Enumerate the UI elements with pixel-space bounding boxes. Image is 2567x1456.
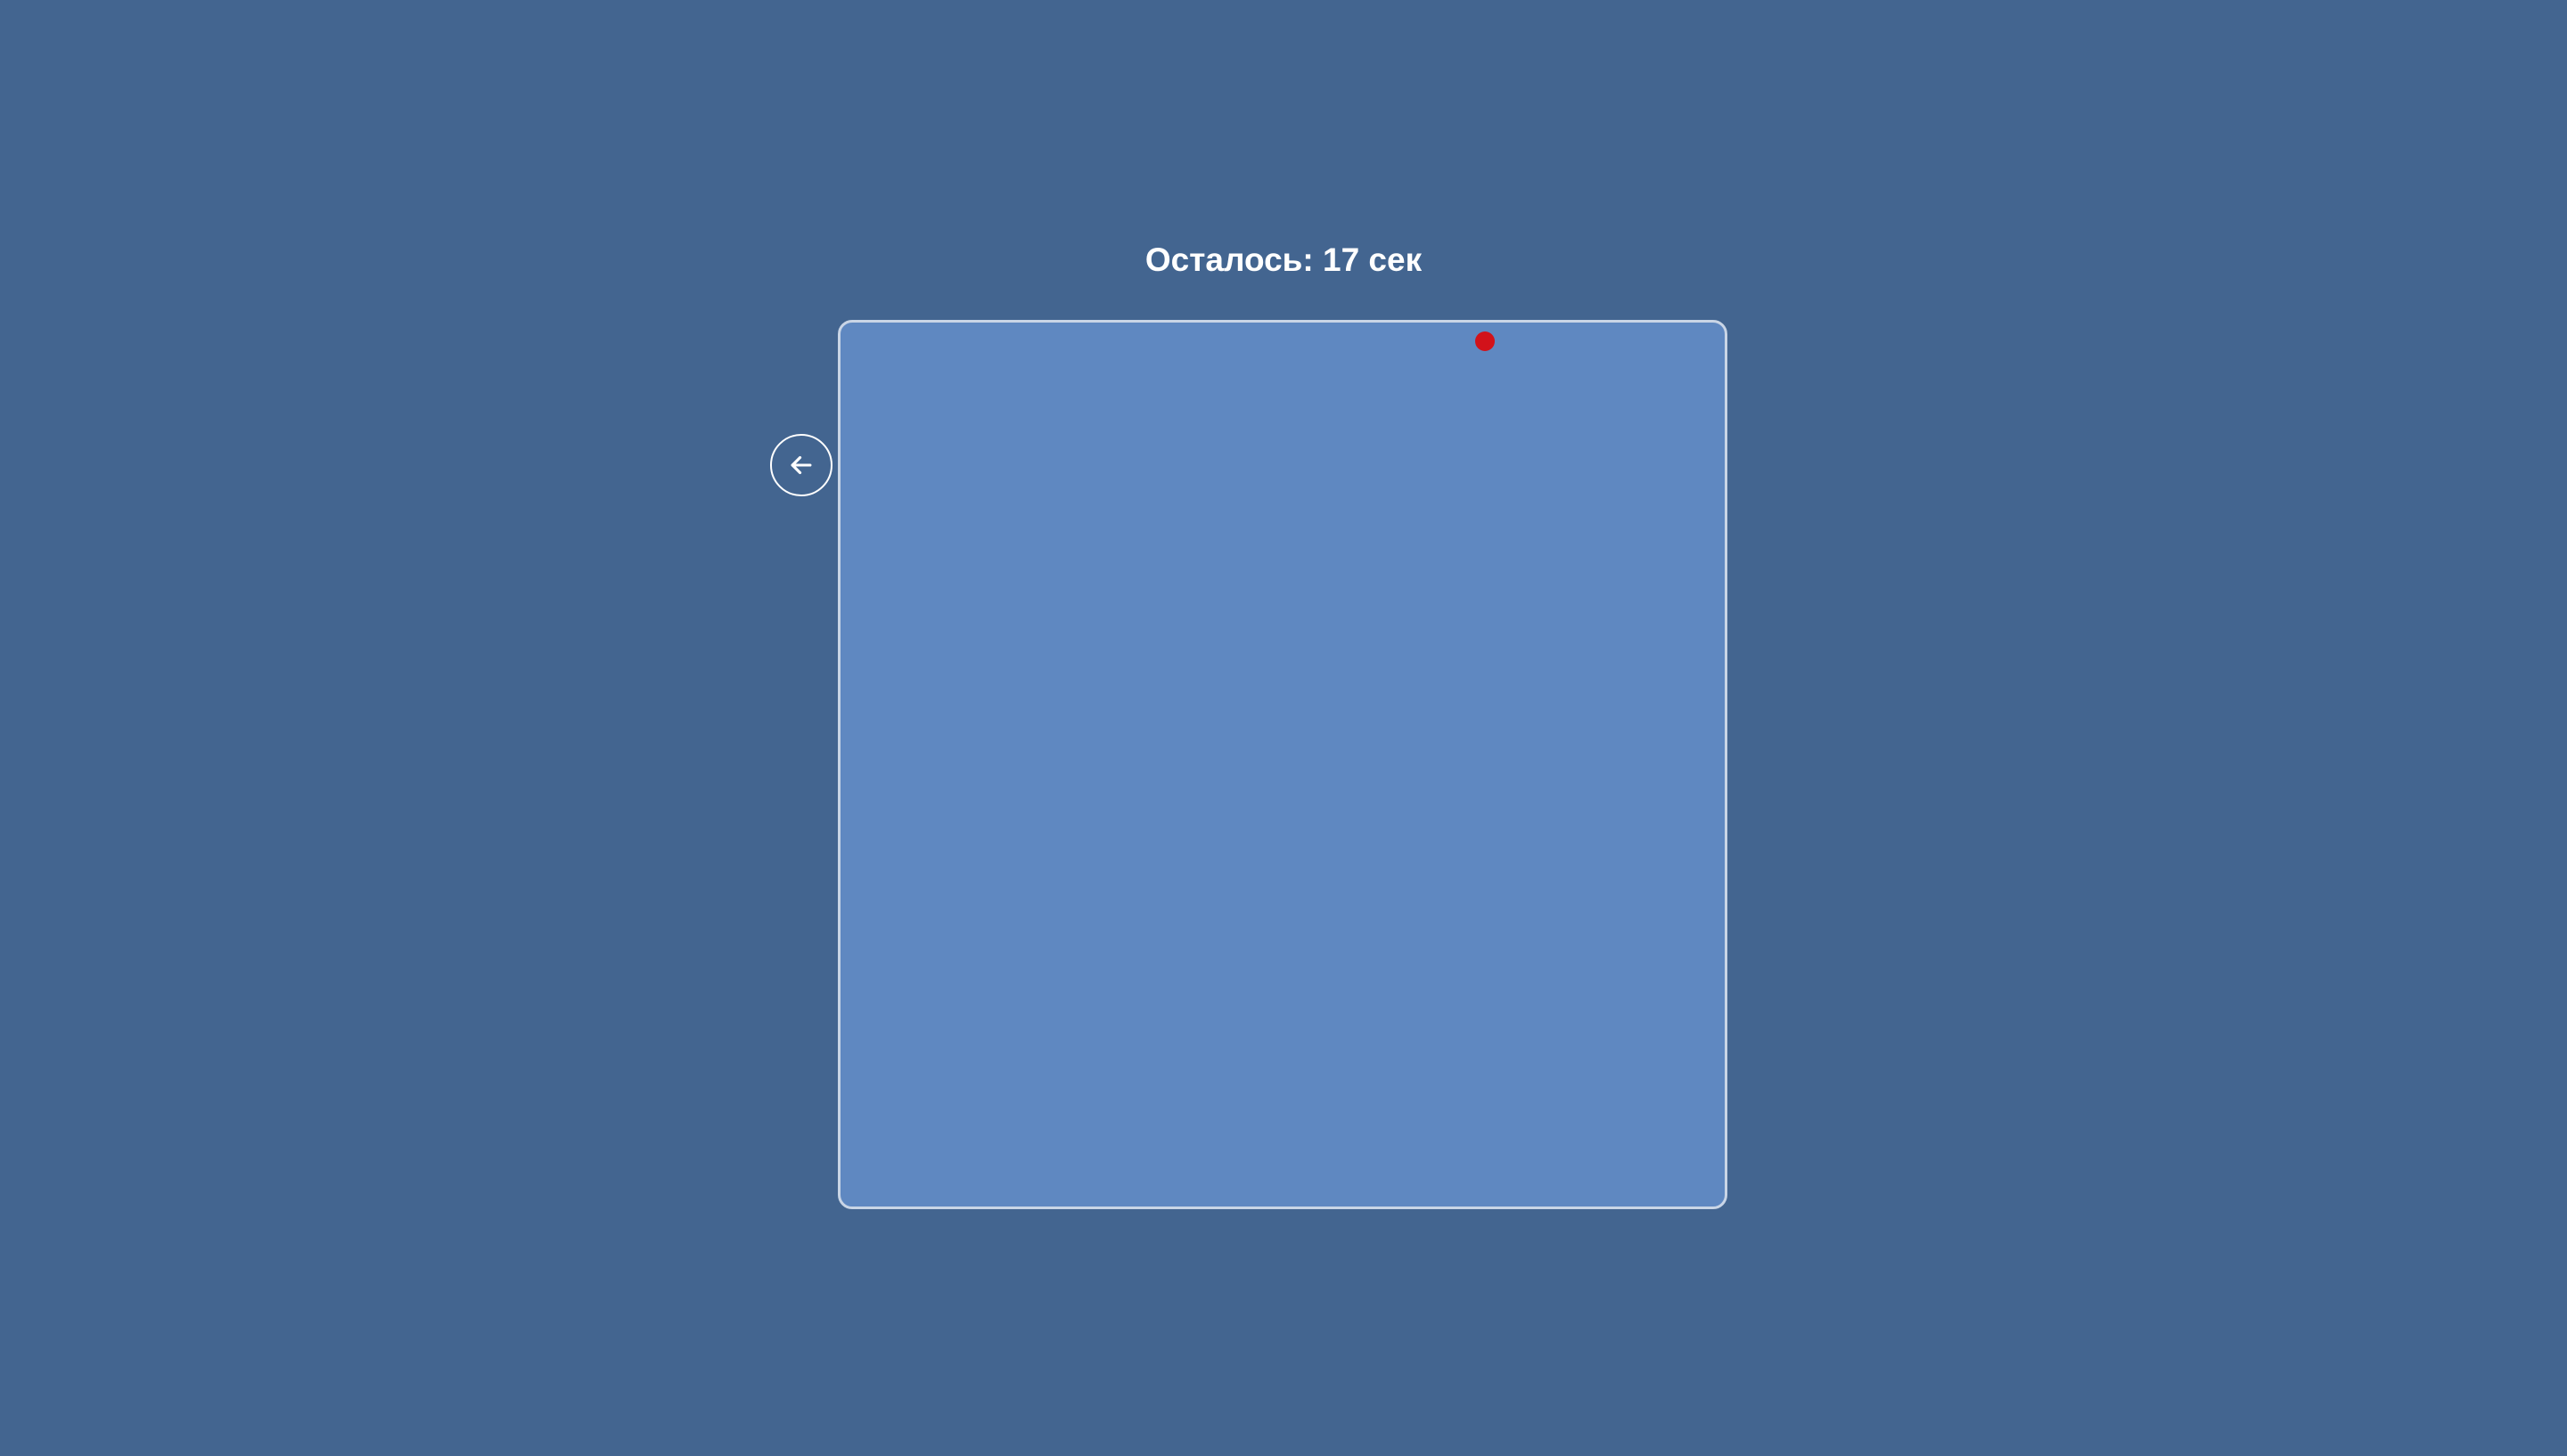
game-stage: Осталось: 17 сек [0, 0, 2567, 1456]
target-dot[interactable] [1475, 331, 1495, 351]
arrow-left-icon [791, 455, 812, 475]
back-button[interactable] [770, 434, 832, 496]
timer-label: Осталось: 17 сек [1144, 241, 1423, 278]
game-board[interactable] [838, 320, 1727, 1209]
